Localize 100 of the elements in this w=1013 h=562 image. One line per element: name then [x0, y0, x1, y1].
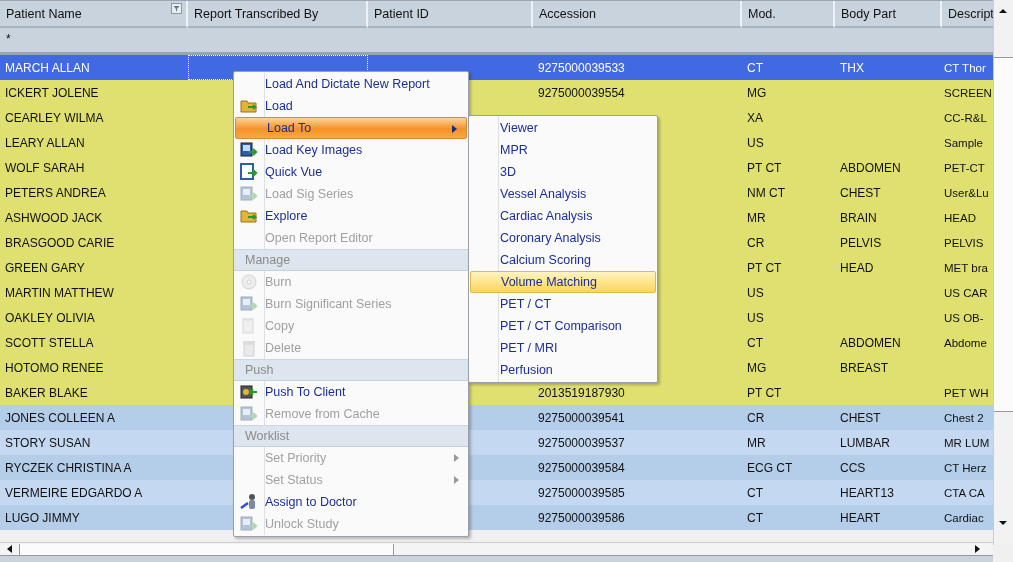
table-cell: ABDOMEN — [840, 335, 901, 350]
table-cell: 9275000039533 — [538, 60, 625, 75]
table-cell: 9275000039584 — [538, 460, 625, 475]
horizontal-scrollbar[interactable] — [0, 542, 993, 555]
table-cell: WOLF SARAH — [5, 160, 85, 175]
table-cell: MR — [747, 435, 766, 450]
table-cell: LUGO JIMMY — [5, 510, 80, 525]
trash-icon — [240, 339, 258, 357]
scroll-right-icon[interactable] — [974, 545, 981, 553]
table-cell: 9275000039541 — [538, 410, 625, 425]
submenu-arrow-icon — [452, 125, 457, 133]
table-cell: PT CT — [747, 160, 782, 175]
filter-icon[interactable] — [171, 3, 182, 14]
table-cell: PET-CT — [944, 161, 985, 174]
table-cell: SCOTT STELLA — [5, 335, 94, 350]
menu-item[interactable]: Cardiac Analysis — [469, 205, 657, 227]
table-cell: HEAD — [840, 260, 874, 275]
table-cell: JONES COLLEEN A — [5, 410, 116, 425]
table-cell: ECG CT — [747, 460, 793, 475]
table-cell: CR — [747, 235, 765, 250]
menu-section-header: Push — [234, 359, 468, 381]
table-cell: GREEN GARY — [5, 260, 85, 275]
menu-item[interactable]: MPR — [469, 139, 657, 161]
images-icon — [240, 515, 258, 533]
scroll-left-icon[interactable] — [6, 545, 13, 553]
table-cell: MG — [747, 85, 767, 100]
table-cell: MARTIN MATTHEW — [5, 285, 114, 300]
table-cell: PETERS ANDREA — [5, 185, 106, 200]
table-cell: CCS — [840, 460, 866, 475]
table-cell: CT Thor — [944, 61, 986, 74]
table-cell: LEARY ALLAN — [5, 135, 85, 150]
table-cell: CT — [747, 510, 763, 525]
menu-item[interactable]: PET / CT — [469, 293, 657, 315]
table-cell: NM CT — [747, 185, 785, 200]
table-cell: CTA CA — [944, 486, 985, 499]
menu-item[interactable]: PET / MRI — [469, 337, 657, 359]
scroll-up-icon[interactable] — [999, 8, 1007, 14]
push-icon — [240, 383, 258, 401]
table-cell: 9275000039585 — [538, 485, 625, 500]
folder-icon — [240, 207, 258, 225]
images-icon — [240, 405, 258, 423]
table-cell: PELVIS — [944, 236, 984, 249]
menu-item[interactable]: Calcium Scoring — [469, 249, 657, 271]
table-cell: MG — [747, 360, 767, 375]
menu-item[interactable]: Volume Matching — [470, 271, 656, 293]
menu-item[interactable]: 3D — [469, 161, 657, 183]
table-cell: MET bra — [944, 261, 988, 274]
table-cell: CHEST — [840, 185, 881, 200]
menu-item[interactable]: Load Key Images — [234, 139, 468, 161]
images-icon — [240, 295, 258, 313]
menu-item[interactable]: Explore — [234, 205, 468, 227]
menu-item[interactable]: Perfusion — [469, 359, 657, 381]
vertical-scrollbar[interactable] — [993, 0, 1013, 545]
table-cell: US — [747, 310, 764, 325]
table-cell: US — [747, 135, 764, 150]
table-cell: XA — [747, 110, 763, 125]
images-icon — [240, 141, 258, 159]
table-cell: CT — [747, 485, 763, 500]
table-cell: 9275000039586 — [538, 510, 625, 525]
person-icon — [240, 493, 258, 511]
table-cell: CC-R&L — [944, 111, 987, 124]
table-cell: Sample — [944, 136, 983, 149]
table-cell: CT — [747, 60, 763, 75]
images-icon — [240, 185, 258, 203]
table-cell: ASHWOOD JACK — [5, 210, 103, 225]
table-cell: LUMBAR — [840, 435, 890, 450]
menu-item[interactable]: Quick Vue — [234, 161, 468, 183]
table-cell: BRAIN — [840, 210, 877, 225]
menu-item[interactable]: Push To Client — [234, 381, 468, 403]
table-cell: SCREEN — [944, 86, 992, 99]
table-cell: CR — [747, 410, 765, 425]
table-cell: HOTOMO RENEE — [5, 360, 104, 375]
table-cell: 2013519187930 — [538, 385, 625, 400]
table-cell: Cardiac — [944, 511, 984, 524]
table-cell: US — [747, 285, 764, 300]
menu-item[interactable]: Vessel Analysis — [469, 183, 657, 205]
table-cell: ABDOMEN — [840, 160, 901, 175]
menu-item[interactable]: PET / CT Comparison — [469, 315, 657, 337]
table-cell: PT CT — [747, 260, 782, 275]
table-cell: User&Lu — [944, 186, 989, 199]
table-cell: BAKER BLAKE — [5, 385, 88, 400]
table-cell: CT — [747, 335, 763, 350]
table-cell: HEAD — [944, 211, 976, 224]
table-cell: PT CT — [747, 385, 782, 400]
submenu-arrow-icon — [454, 476, 459, 484]
table-cell: MARCH ALLAN — [5, 60, 90, 75]
table-cell: MR — [747, 210, 766, 225]
table-row[interactable]: MARCH ALLAN 9275000039533 CT THX CT Thor — [0, 55, 993, 80]
filter-value[interactable]: * — [6, 32, 11, 46]
table-cell: US OB- — [944, 311, 984, 324]
table-cell: CHEST — [840, 410, 881, 425]
menu-item[interactable]: Viewer — [469, 117, 657, 139]
menu-item[interactable]: Load To — [235, 117, 467, 139]
scroll-down-icon[interactable] — [999, 520, 1007, 526]
menu-section-header: Manage — [234, 249, 468, 271]
table-cell: ICKERT JOLENE — [5, 85, 99, 100]
menu-item[interactable]: Coronary Analysis — [469, 227, 657, 249]
table-cell: Abdome — [944, 336, 987, 349]
table-cell: BRASGOOD CARIE — [5, 235, 115, 250]
table-cell: CEARLEY WILMA — [5, 110, 104, 125]
